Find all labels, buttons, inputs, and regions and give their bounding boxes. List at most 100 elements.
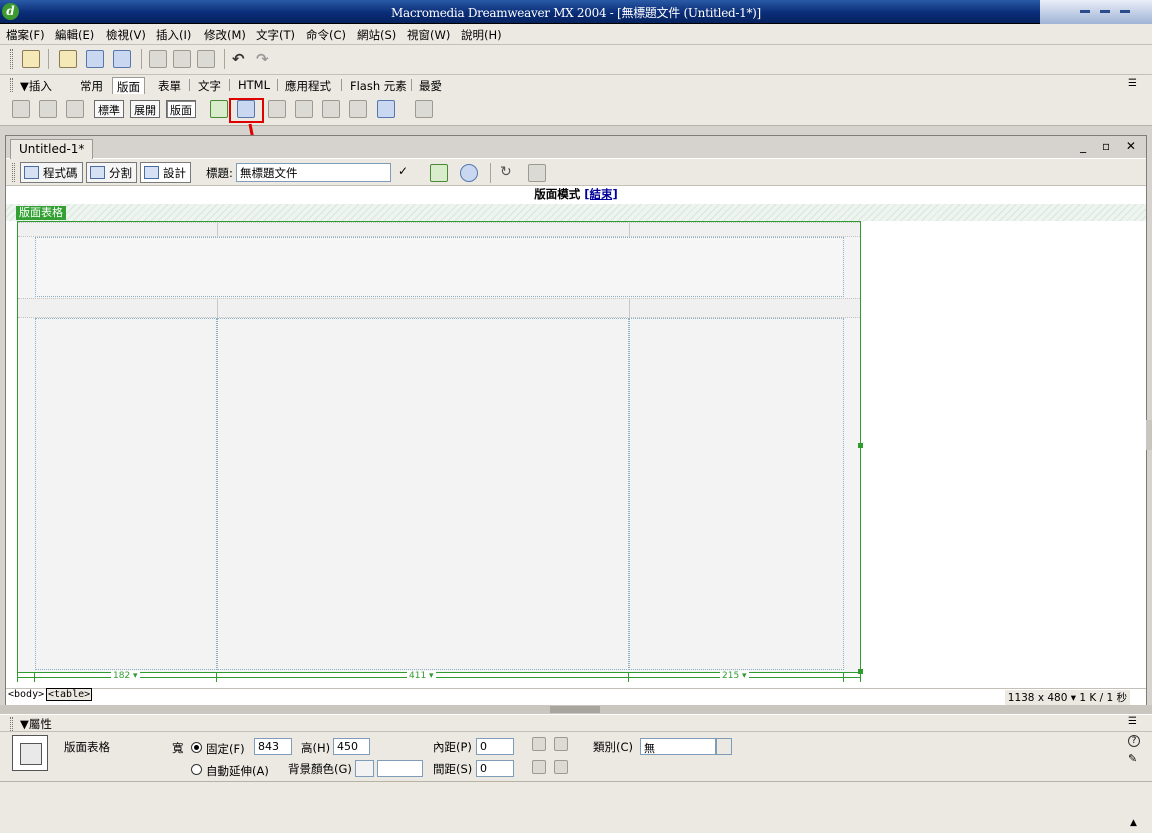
- code-view-button[interactable]: 程式碼: [20, 162, 83, 183]
- tab-html[interactable]: HTML: [238, 78, 270, 92]
- tab-forms[interactable]: 表單: [158, 78, 181, 94]
- copy-icon[interactable]: [173, 50, 191, 68]
- toolbar-grip[interactable]: [10, 49, 13, 69]
- layer-icon[interactable]: [39, 100, 57, 118]
- layout-table[interactable]: [17, 221, 861, 673]
- menu-insert[interactable]: 插入(I): [156, 27, 191, 43]
- insert-row-above-icon[interactable]: [268, 100, 286, 118]
- menu-modify[interactable]: 修改(M): [204, 27, 246, 43]
- validate-icon[interactable]: ✓: [398, 164, 416, 182]
- undo-icon[interactable]: ↶: [232, 50, 250, 68]
- new-file-icon[interactable]: [22, 50, 40, 68]
- help-icon[interactable]: ?: [1128, 735, 1140, 747]
- paste-icon[interactable]: [197, 50, 215, 68]
- table-icon[interactable]: [12, 100, 30, 118]
- width-tick: [843, 673, 844, 682]
- bgcolor-input[interactable]: [377, 760, 423, 777]
- spacing-input[interactable]: 0: [476, 760, 514, 777]
- menu-window[interactable]: 視窗(W): [407, 27, 450, 43]
- autostretch-radio[interactable]: [191, 764, 202, 775]
- height-input[interactable]: 450: [333, 738, 370, 755]
- quick-tag-editor-icon[interactable]: ✎: [1128, 752, 1137, 765]
- tab-text[interactable]: 文字: [198, 78, 221, 94]
- minimize-icon[interactable]: [1080, 10, 1090, 13]
- document-title-input[interactable]: [236, 163, 391, 182]
- insert-column-right-icon[interactable]: [349, 100, 367, 118]
- tab-application[interactable]: 應用程式: [285, 78, 331, 94]
- column-guide: [217, 222, 218, 237]
- save-icon[interactable]: [86, 50, 104, 68]
- layout-table-tab[interactable]: 版面表格: [16, 206, 66, 220]
- menu-file[interactable]: 檔案(F): [6, 27, 45, 43]
- exit-layout-mode-link[interactable]: [結束]: [584, 187, 618, 201]
- split-view-button[interactable]: 分割: [86, 162, 137, 183]
- tab-layout[interactable]: 版面: [112, 77, 145, 95]
- resize-handle[interactable]: [858, 443, 863, 448]
- menu-site[interactable]: 網站(S): [357, 27, 396, 43]
- tabular-data-icon[interactable]: [415, 100, 433, 118]
- draw-layout-cell-icon[interactable]: [210, 100, 228, 118]
- layout-cell-left[interactable]: [35, 318, 217, 670]
- tag-selector-table[interactable]: <table>: [46, 688, 93, 701]
- layout-cell-header[interactable]: [35, 237, 844, 297]
- mode-standard-button[interactable]: 標準: [94, 100, 124, 118]
- menu-commands[interactable]: 命令(C): [306, 27, 346, 43]
- open-folder-icon[interactable]: [59, 50, 77, 68]
- remove-spacers-icon[interactable]: [532, 760, 546, 774]
- menu-text[interactable]: 文字(T): [256, 27, 295, 43]
- close-icon[interactable]: [1120, 10, 1130, 13]
- menu-view[interactable]: 檢視(V): [106, 27, 146, 43]
- window-controls[interactable]: [1040, 0, 1152, 24]
- save-all-icon[interactable]: [113, 50, 131, 68]
- insert-bar-toggle[interactable]: ▼插入: [20, 78, 52, 94]
- design-view-button[interactable]: 設計: [140, 162, 191, 183]
- class-select[interactable]: 無: [640, 738, 716, 755]
- redo-icon[interactable]: ↷: [256, 50, 274, 68]
- window-size-status[interactable]: 1138 x 480 ▾ 1 K / 1 秒: [1004, 690, 1130, 705]
- tab-common[interactable]: 常用: [80, 78, 103, 94]
- insert-column-left-icon[interactable]: [322, 100, 340, 118]
- tag-selector-body[interactable]: <body>: [8, 689, 44, 700]
- bgcolor-swatch[interactable]: [355, 760, 374, 777]
- clear-height-icon[interactable]: [532, 737, 546, 751]
- properties-options-icon[interactable]: ☰: [1128, 716, 1137, 727]
- menu-edit[interactable]: 編輯(E): [55, 27, 94, 43]
- insert-row-below-icon[interactable]: [295, 100, 313, 118]
- maximize-icon[interactable]: [1100, 10, 1110, 13]
- document-tab[interactable]: Untitled-1*: [10, 139, 94, 159]
- column-width-label[interactable]: 215 ▾: [720, 671, 749, 681]
- panel-collapse-tab[interactable]: [1146, 420, 1152, 450]
- mode-expanded-button[interactable]: 展開: [130, 100, 160, 118]
- frames-dropdown-icon[interactable]: [377, 100, 395, 118]
- preview-globe-icon[interactable]: [460, 164, 478, 182]
- remove-nesting-icon[interactable]: [554, 760, 568, 774]
- document-toolbar-grip[interactable]: [12, 163, 15, 182]
- tab-favorites[interactable]: 最愛: [419, 78, 442, 94]
- options-menu-icon[interactable]: ☰: [1128, 78, 1137, 89]
- cut-icon[interactable]: [149, 50, 167, 68]
- view-options-icon[interactable]: [528, 164, 546, 182]
- menu-help[interactable]: 說明(H): [461, 27, 502, 43]
- expand-properties-icon[interactable]: ▲: [1130, 818, 1137, 828]
- column-width-label[interactable]: 182 ▾: [111, 671, 140, 681]
- file-management-icon[interactable]: [430, 164, 448, 182]
- document-window-controls[interactable]: _ ▫ ✕: [1080, 139, 1142, 153]
- width-input[interactable]: 843: [254, 738, 292, 755]
- frames-icon[interactable]: [66, 100, 84, 118]
- properties-toggle[interactable]: ▼屬性: [20, 716, 52, 732]
- panel-splitter[interactable]: [0, 705, 1152, 714]
- fixed-radio[interactable]: [191, 742, 202, 753]
- tab-flash-elements[interactable]: Flash 元素: [350, 78, 407, 94]
- splitter-knob[interactable]: [550, 706, 600, 713]
- refresh-icon[interactable]: ↻: [500, 164, 518, 182]
- insert-bar-grip[interactable]: [10, 78, 13, 92]
- column-width-label[interactable]: 411 ▾: [407, 671, 436, 681]
- properties-grip[interactable]: [10, 717, 13, 731]
- bgcolor-label: 背景顏色(G): [288, 762, 352, 776]
- layout-cell-right[interactable]: [629, 318, 844, 670]
- layout-cell-center[interactable]: [217, 318, 629, 670]
- class-dropdown-icon[interactable]: [716, 738, 732, 755]
- mode-layout-button[interactable]: 版面: [166, 100, 196, 118]
- make-widths-consistent-icon[interactable]: [554, 737, 568, 751]
- padding-input[interactable]: 0: [476, 738, 514, 755]
